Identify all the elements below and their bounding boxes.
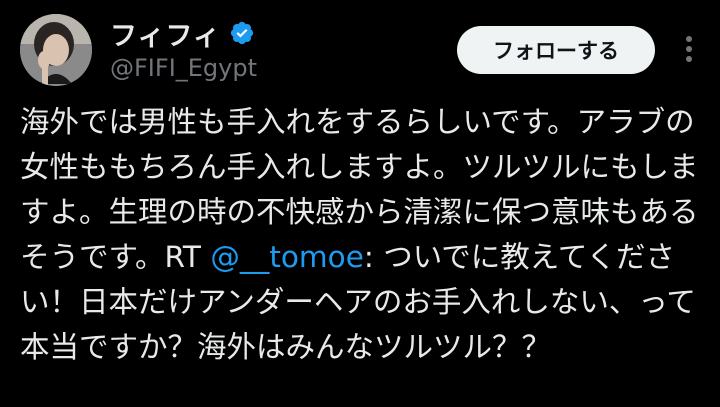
avatar[interactable] (20, 14, 92, 86)
follow-button[interactable]: フォローする (457, 26, 655, 74)
tweet-text: 海外では男性も手入れをするらしいです。アラブの女性ももちろん手入れしますよ。ツル… (20, 100, 710, 370)
display-name[interactable]: フィフィ (110, 14, 221, 53)
more-options-icon[interactable] (674, 32, 704, 66)
tweet-header: フィフィ @FIFI_Egypt フォローする (16, 12, 704, 90)
user-info: フィフィ @FIFI_Egypt (110, 14, 257, 83)
tweet-card: フィフィ @FIFI_Egypt フォローする 海外では男性も手入れをするらしい… (0, 0, 720, 407)
user-handle[interactable]: @FIFI_Egypt (110, 54, 257, 82)
verified-badge-icon (229, 20, 255, 46)
mention-link[interactable]: @__tomoe (210, 240, 364, 274)
display-name-row: フィフィ (110, 14, 257, 52)
